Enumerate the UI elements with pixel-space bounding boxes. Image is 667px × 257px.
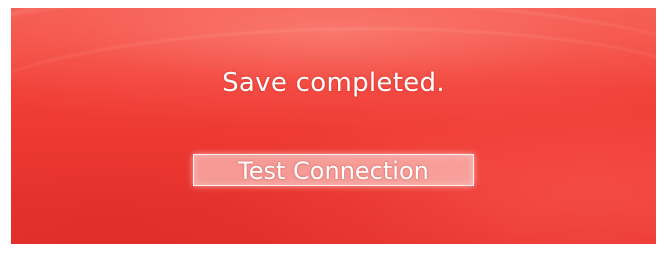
save-completed-message: Save completed.: [222, 68, 445, 98]
screen-frame: Save completed. Test Connection: [11, 8, 656, 244]
test-connection-button[interactable]: Test Connection: [193, 154, 474, 186]
